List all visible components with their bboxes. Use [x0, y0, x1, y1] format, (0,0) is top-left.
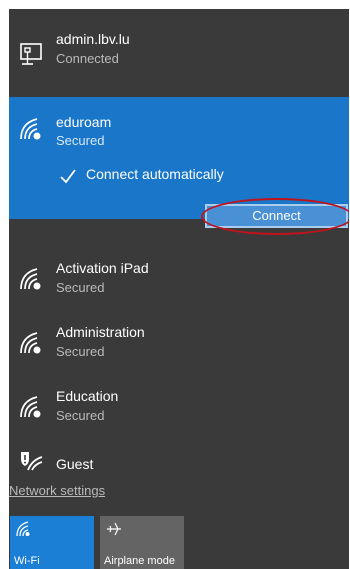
network-name: Administration [56, 324, 145, 340]
wifi-secured-icon [20, 118, 41, 140]
wifi-tile-label: Wi-Fi [14, 555, 40, 567]
wifi-secured-icon [20, 332, 41, 354]
airplane-mode-quick-action-tile[interactable]: Airplane mode [100, 516, 184, 569]
ethernet-monitor-icon [20, 43, 42, 65]
network-status: Secured [56, 280, 105, 295]
network-name: Activation iPad [56, 260, 149, 276]
wifi-quick-action-tile[interactable]: Wi-Fi [10, 516, 94, 569]
wifi-secured-icon [20, 268, 41, 290]
network-item-education[interactable]: Education Secured [9, 383, 349, 431]
network-status: Secured [56, 344, 105, 359]
wired-connection-item[interactable]: admin.lbv.lu Connected [9, 29, 349, 81]
connect-automatically-label: Connect automatically [86, 166, 224, 182]
wifi-secured-icon [20, 396, 41, 418]
network-flyout: admin.lbv.lu Connected eduroam Secured C… [9, 9, 349, 569]
wifi-icon [16, 521, 30, 537]
network-status: Secured [56, 133, 105, 148]
network-item-eduroam[interactable]: eduroam Secured Connect automatically Co… [9, 97, 349, 235]
network-name: Education [56, 388, 119, 404]
network-name: eduroam [56, 114, 112, 130]
airplane-icon [107, 522, 121, 536]
wired-network-status: Connected [56, 51, 119, 66]
network-item-activation-ipad[interactable]: Activation iPad Secured [9, 255, 349, 303]
airplane-mode-tile-label: Airplane mode [104, 555, 175, 567]
network-item-guest[interactable]: Guest [9, 447, 349, 475]
wired-network-name: admin.lbv.lu [56, 31, 130, 47]
network-item-administration[interactable]: Administration Secured [9, 319, 349, 367]
checkmark-icon [60, 169, 76, 184]
network-name: Guest [56, 456, 94, 472]
network-settings-link[interactable]: Network settings [9, 483, 105, 498]
connect-button[interactable]: Connect [205, 204, 348, 228]
wifi-open-shield-icon [21, 452, 43, 471]
network-status: Secured [56, 408, 105, 423]
